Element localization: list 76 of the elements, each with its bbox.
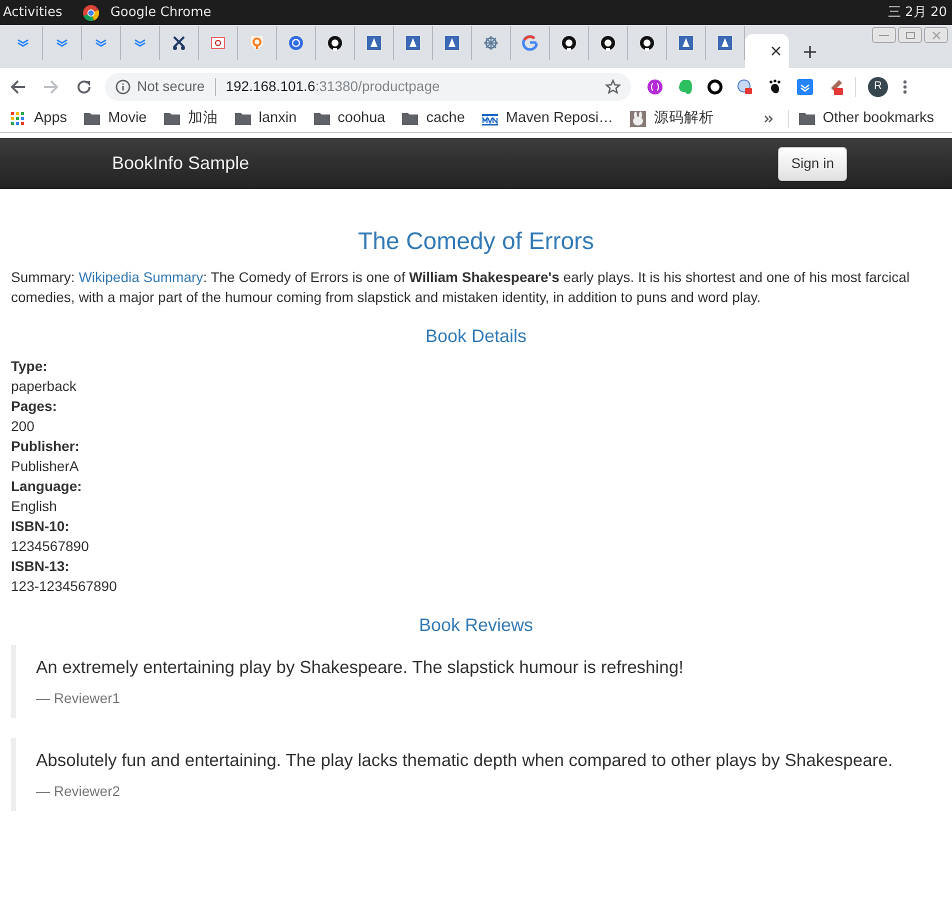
helm-wheel-icon	[483, 35, 499, 51]
detail-label: ISBN-13:	[11, 557, 70, 576]
bookmark-item[interactable]: 源码解析	[630, 108, 714, 130]
github-icon	[327, 35, 343, 51]
detail-value: 1234567890	[11, 537, 90, 556]
folder-icon	[402, 110, 418, 126]
summary-text: Summary: Wikipedia Summary: The Comedy of Errors is one of William Shakespeare's early plays. It is his shortest and one of his most farcical comedies, with a major part of the humour coming from slapstick and mistaken identity, in addition to puns and word play.	[11, 268, 911, 307]
close-icon[interactable]	[771, 46, 781, 56]
badge-icon[interactable]	[737, 78, 753, 94]
book-title: The Comedy of Errors	[356, 227, 596, 257]
star-icon[interactable]	[605, 78, 621, 94]
bookmark-item[interactable]: lanxin	[234, 108, 297, 130]
sail-icon	[678, 35, 694, 51]
detail-label: Type:	[11, 357, 48, 376]
detail-value: English	[11, 497, 58, 516]
chevron-icon[interactable]	[764, 114, 774, 124]
google-icon	[522, 35, 538, 51]
reviewer-name: — Reviewer1	[36, 689, 122, 708]
folder-icon	[314, 110, 330, 126]
url-text: 192.168.101.6:31380/productpage	[226, 77, 440, 96]
new-tab-icon[interactable]	[803, 45, 817, 59]
bookmark-item[interactable]: cache	[402, 108, 465, 130]
folder-icon	[84, 110, 100, 126]
folder-icon	[164, 110, 180, 126]
footprint-icon[interactable]	[767, 78, 783, 94]
sail-icon	[366, 35, 382, 51]
layers-icon[interactable]	[797, 78, 813, 94]
folder-icon	[234, 110, 251, 126]
review-text: An extremely entertaining play by Shakespeare. The slapstick humour is refreshing!	[36, 656, 685, 679]
bookmark-item[interactable]: Other bookmarks	[798, 108, 934, 130]
wikipedia-link[interactable]: Wikipedia Summary	[78, 269, 204, 285]
app-name: Google Chrome	[110, 4, 212, 22]
folder-icon	[798, 112, 815, 125]
rabbit-thumbnail-icon	[630, 110, 646, 126]
sail-icon	[444, 35, 460, 51]
bookmark-item[interactable]: Maven Reposi…	[482, 108, 614, 130]
back-icon[interactable]	[10, 78, 26, 94]
detail-value: PublisherA	[11, 457, 80, 476]
activities-button[interactable]: Activities	[3, 2, 62, 22]
review-text: Absolutely fun and entertaining. The play lacks thematic depth when compared to other plays by Shakespeare.	[36, 749, 894, 772]
pin-icon	[249, 35, 265, 51]
bookmark-item[interactable]: 加油	[164, 108, 218, 130]
bookmark-item[interactable]: coohua	[314, 108, 386, 130]
framed-glyph-icon	[210, 35, 226, 51]
section-heading: Book Reviews	[418, 614, 534, 637]
detail-label: Publisher:	[11, 437, 80, 456]
sail-icon	[717, 35, 733, 51]
detail-value: 200	[11, 417, 36, 436]
github-icon	[561, 35, 577, 51]
sail-icon	[405, 35, 421, 51]
detail-value: 123-1234567890	[11, 577, 118, 596]
security-label: Not secure	[137, 77, 205, 96]
profile-avatar[interactable]: R	[868, 76, 888, 96]
close-icon	[932, 30, 940, 40]
apps-icon	[10, 110, 26, 126]
ring-icon[interactable]	[707, 78, 723, 94]
sign-in-button[interactable]: Sign in	[778, 146, 847, 180]
braces-icon[interactable]	[647, 78, 663, 94]
github-icon	[600, 35, 616, 51]
detail-label: Language:	[11, 477, 83, 496]
brand-link[interactable]: BookInfo Sample	[112, 150, 250, 177]
section-heading: Book Details	[424, 325, 528, 348]
menu-icon[interactable]	[903, 80, 907, 94]
github-icon	[639, 35, 655, 51]
scissors-icon	[171, 35, 187, 51]
reload-icon[interactable]	[76, 78, 92, 94]
clock[interactable]: 三 2月 20	[888, 2, 947, 22]
detail-label: Pages:	[11, 397, 58, 416]
address-bar[interactable]: Not secure 192.168.101.6:31380/productpage	[105, 72, 631, 100]
detail-label: ISBN-10:	[11, 517, 70, 536]
reviewer-name: — Reviewer2	[36, 782, 122, 801]
chrome-icon	[82, 4, 100, 22]
bookmark-item[interactable]: Apps	[10, 108, 68, 130]
info-icon[interactable]	[115, 78, 131, 94]
detail-value: paperback	[11, 377, 78, 396]
bookmark-item[interactable]: Movie	[84, 108, 147, 130]
